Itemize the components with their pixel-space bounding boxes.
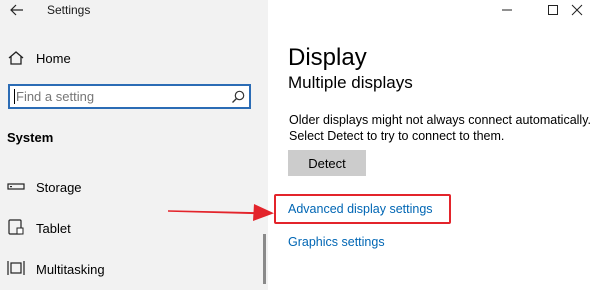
close-icon	[571, 4, 583, 16]
tablet-icon	[8, 219, 24, 235]
sidebar-item-label: Tablet	[36, 221, 71, 236]
graphics-settings-link[interactable]: Graphics settings	[288, 235, 385, 249]
search-icon[interactable]	[231, 90, 245, 104]
close-button[interactable]	[554, 0, 600, 20]
advanced-display-settings-link[interactable]: Advanced display settings	[288, 202, 433, 216]
annotation-arrow-icon	[168, 204, 274, 221]
app-title: Settings	[47, 3, 91, 17]
description-text: Older displays might not always connect …	[289, 113, 591, 143]
section-title: System	[7, 130, 54, 145]
multitasking-icon	[7, 261, 25, 275]
search-input[interactable]	[16, 88, 226, 105]
text-cursor	[14, 89, 15, 104]
home-icon	[8, 51, 24, 65]
back-arrow-icon	[10, 4, 23, 16]
sidebar-item-label: Multitasking	[36, 262, 105, 277]
search-box[interactable]	[8, 84, 251, 109]
page-title: Display	[288, 44, 367, 71]
sidebar-scrollbar[interactable]	[263, 234, 266, 284]
back-button[interactable]	[6, 0, 28, 20]
sidebar-item-label: Storage	[36, 180, 82, 195]
detect-button[interactable]: Detect	[288, 150, 366, 176]
sidebar: Settings Home System Storage Tablet Mult…	[0, 0, 268, 290]
minimize-button[interactable]	[484, 0, 530, 20]
section-heading: Multiple displays	[288, 73, 413, 92]
minimize-icon	[502, 9, 512, 11]
sidebar-item-home-label: Home	[36, 51, 71, 66]
storage-icon	[7, 183, 25, 190]
